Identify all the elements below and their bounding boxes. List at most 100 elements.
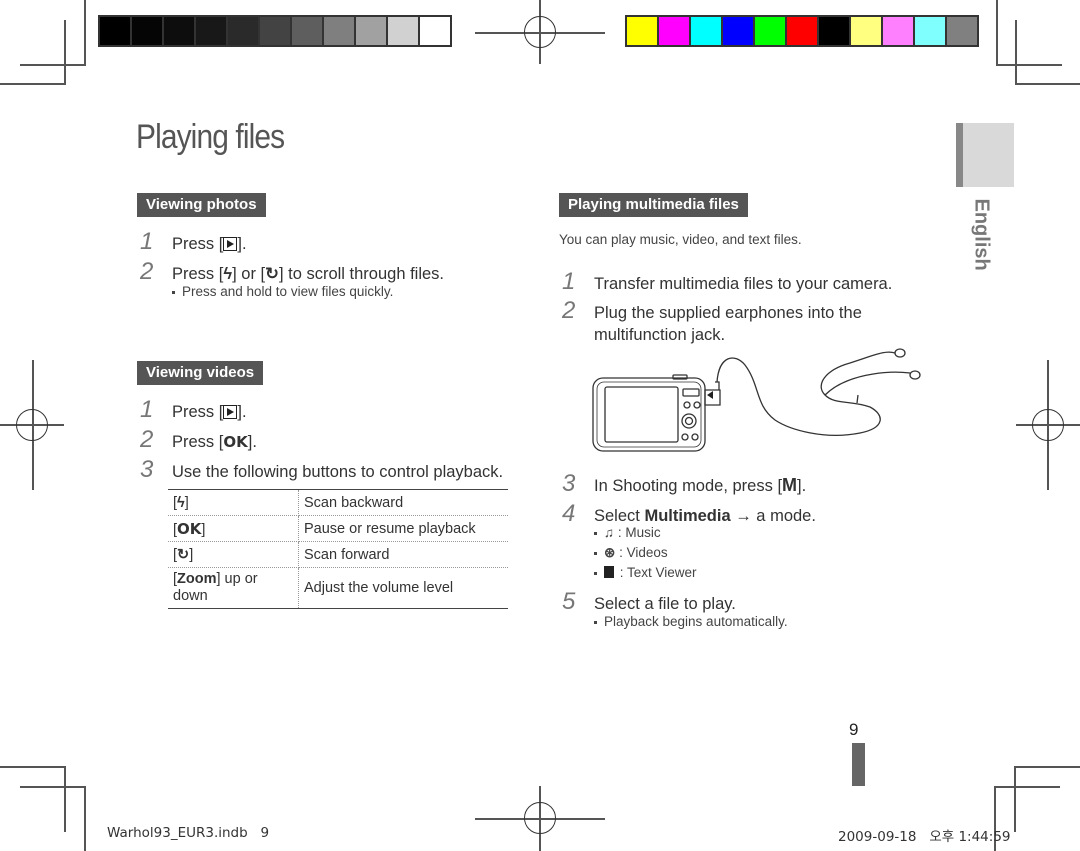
control-key: [Zoom] up or down bbox=[168, 567, 299, 609]
crop-mark bbox=[84, 0, 86, 64]
multimedia-step-1: 1 Transfer multimedia files to your came… bbox=[562, 268, 893, 295]
mode-music: ♫ : Music bbox=[594, 525, 661, 540]
color-swatch bbox=[947, 17, 977, 45]
control-key: [ϟ] bbox=[168, 489, 299, 516]
color-swatch bbox=[388, 17, 418, 45]
color-swatch bbox=[100, 17, 130, 45]
color-swatch bbox=[723, 17, 753, 45]
color-swatch bbox=[627, 17, 657, 45]
section-heading-viewing-videos: Viewing videos bbox=[137, 361, 264, 385]
footer-filename: Warhol93_EUR3.indb 9 bbox=[107, 825, 270, 841]
step-number: 1 bbox=[140, 228, 154, 255]
crop-mark bbox=[64, 766, 66, 832]
control-key: [↻] bbox=[168, 541, 299, 568]
color-swatch bbox=[356, 17, 386, 45]
flash-icon: ϟ bbox=[223, 265, 233, 283]
flash-icon: ϟ bbox=[177, 494, 185, 511]
earbud bbox=[909, 370, 921, 380]
crop-mark bbox=[0, 83, 66, 85]
step-number: 2 bbox=[140, 426, 154, 453]
mode-videos: ⊛ : Videos bbox=[594, 545, 668, 561]
menu-key: M bbox=[782, 475, 798, 495]
crop-mark bbox=[0, 766, 66, 768]
crop-mark bbox=[994, 786, 1060, 788]
control-action: Adjust the volume level bbox=[304, 580, 454, 596]
step-number: 3 bbox=[140, 456, 154, 483]
video-reel-icon: ⊛ bbox=[604, 545, 616, 560]
table-row: [ϟ] Scan backward bbox=[168, 489, 508, 516]
multimedia-step-3: 3 In Shooting mode, press [M]. bbox=[562, 470, 807, 497]
crop-mark bbox=[1014, 766, 1080, 768]
crop-mark bbox=[1014, 766, 1016, 832]
crop-mark bbox=[1015, 83, 1080, 85]
color-swatch bbox=[420, 17, 450, 45]
crop-mark bbox=[1015, 20, 1017, 84]
color-swatch bbox=[196, 17, 226, 45]
photos-note: Press and hold to view files quickly. bbox=[172, 284, 393, 299]
crop-mark bbox=[20, 786, 86, 788]
videos-step-3: 3 Use the following buttons to control p… bbox=[140, 456, 504, 483]
bullet bbox=[172, 290, 175, 294]
bullet bbox=[594, 551, 597, 555]
section-heading-viewing-photos: Viewing photos bbox=[137, 193, 266, 217]
camera-earphones-illustration bbox=[592, 348, 921, 452]
bullet bbox=[594, 620, 597, 624]
ok-key: OK bbox=[223, 433, 248, 451]
table-row: [↻] Scan forward bbox=[168, 541, 508, 568]
photos-step-1: 1 Press []. bbox=[140, 228, 247, 255]
earbud bbox=[894, 348, 906, 358]
step-number: 2 bbox=[140, 258, 154, 285]
color-swatch bbox=[324, 17, 354, 45]
color-swatch bbox=[787, 17, 817, 45]
control-key: [OK] bbox=[168, 515, 299, 542]
bullet bbox=[594, 531, 597, 535]
crop-mark bbox=[84, 786, 86, 851]
color-swatch bbox=[755, 17, 785, 45]
language-tab-label: English bbox=[970, 198, 993, 271]
multimedia-step-2: 2 Plug the supplied earphones into the m… bbox=[562, 297, 862, 344]
multimedia-step-5: 5 Select a file to play. bbox=[562, 588, 736, 615]
page-title: Playing files bbox=[136, 118, 285, 156]
control-action: Pause or resume playback bbox=[298, 515, 508, 542]
timer-icon: ↻ bbox=[177, 546, 190, 563]
page-number: 9 bbox=[849, 720, 859, 739]
step-number: 2 bbox=[562, 297, 576, 324]
section-heading-multimedia: Playing multimedia files bbox=[559, 193, 748, 217]
mode-text-viewer: : Text Viewer bbox=[594, 565, 697, 580]
control-action: Scan backward bbox=[298, 489, 508, 516]
playback-icon bbox=[223, 237, 238, 251]
multimedia-note: Playback begins automatically. bbox=[594, 614, 788, 629]
table-row: [Zoom] up or down Adjust the volume leve… bbox=[168, 567, 508, 609]
videos-step-2: 2 Press [OK]. bbox=[140, 426, 257, 453]
crop-mark bbox=[64, 20, 66, 84]
crop-mark bbox=[20, 64, 86, 66]
multimedia-intro: You can play music, video, and text file… bbox=[559, 232, 802, 247]
camera-dial bbox=[681, 413, 697, 429]
step-number: 5 bbox=[562, 588, 576, 615]
color-swatch bbox=[819, 17, 849, 45]
music-icon: ♫ bbox=[604, 525, 615, 540]
color-calibration-bar bbox=[625, 15, 979, 47]
table-row: [OK] Pause or resume playback bbox=[168, 515, 508, 542]
color-swatch bbox=[915, 17, 945, 45]
color-swatch bbox=[164, 17, 194, 45]
bullet bbox=[594, 571, 597, 575]
color-swatch bbox=[883, 17, 913, 45]
step-number: 1 bbox=[140, 396, 154, 423]
photos-step-2: 2 Press [ϟ] or [↻] to scroll through fil… bbox=[140, 258, 445, 285]
color-swatch bbox=[292, 17, 322, 45]
page-number-marker bbox=[852, 743, 865, 786]
timer-icon: ↻ bbox=[265, 265, 279, 283]
color-swatch bbox=[659, 17, 689, 45]
grayscale-calibration-bar bbox=[98, 15, 452, 47]
camera-screen bbox=[604, 386, 679, 443]
videos-step-1: 1 Press []. bbox=[140, 396, 247, 423]
color-swatch bbox=[260, 17, 290, 45]
text-viewer-icon bbox=[604, 566, 614, 578]
multimedia-step-4: 4 Select Multimedia → a mode. bbox=[562, 500, 816, 527]
color-swatch bbox=[691, 17, 721, 45]
step-number: 1 bbox=[562, 268, 576, 295]
crop-mark bbox=[996, 0, 998, 64]
crop-mark bbox=[996, 64, 1062, 66]
playback-icon bbox=[223, 405, 238, 419]
